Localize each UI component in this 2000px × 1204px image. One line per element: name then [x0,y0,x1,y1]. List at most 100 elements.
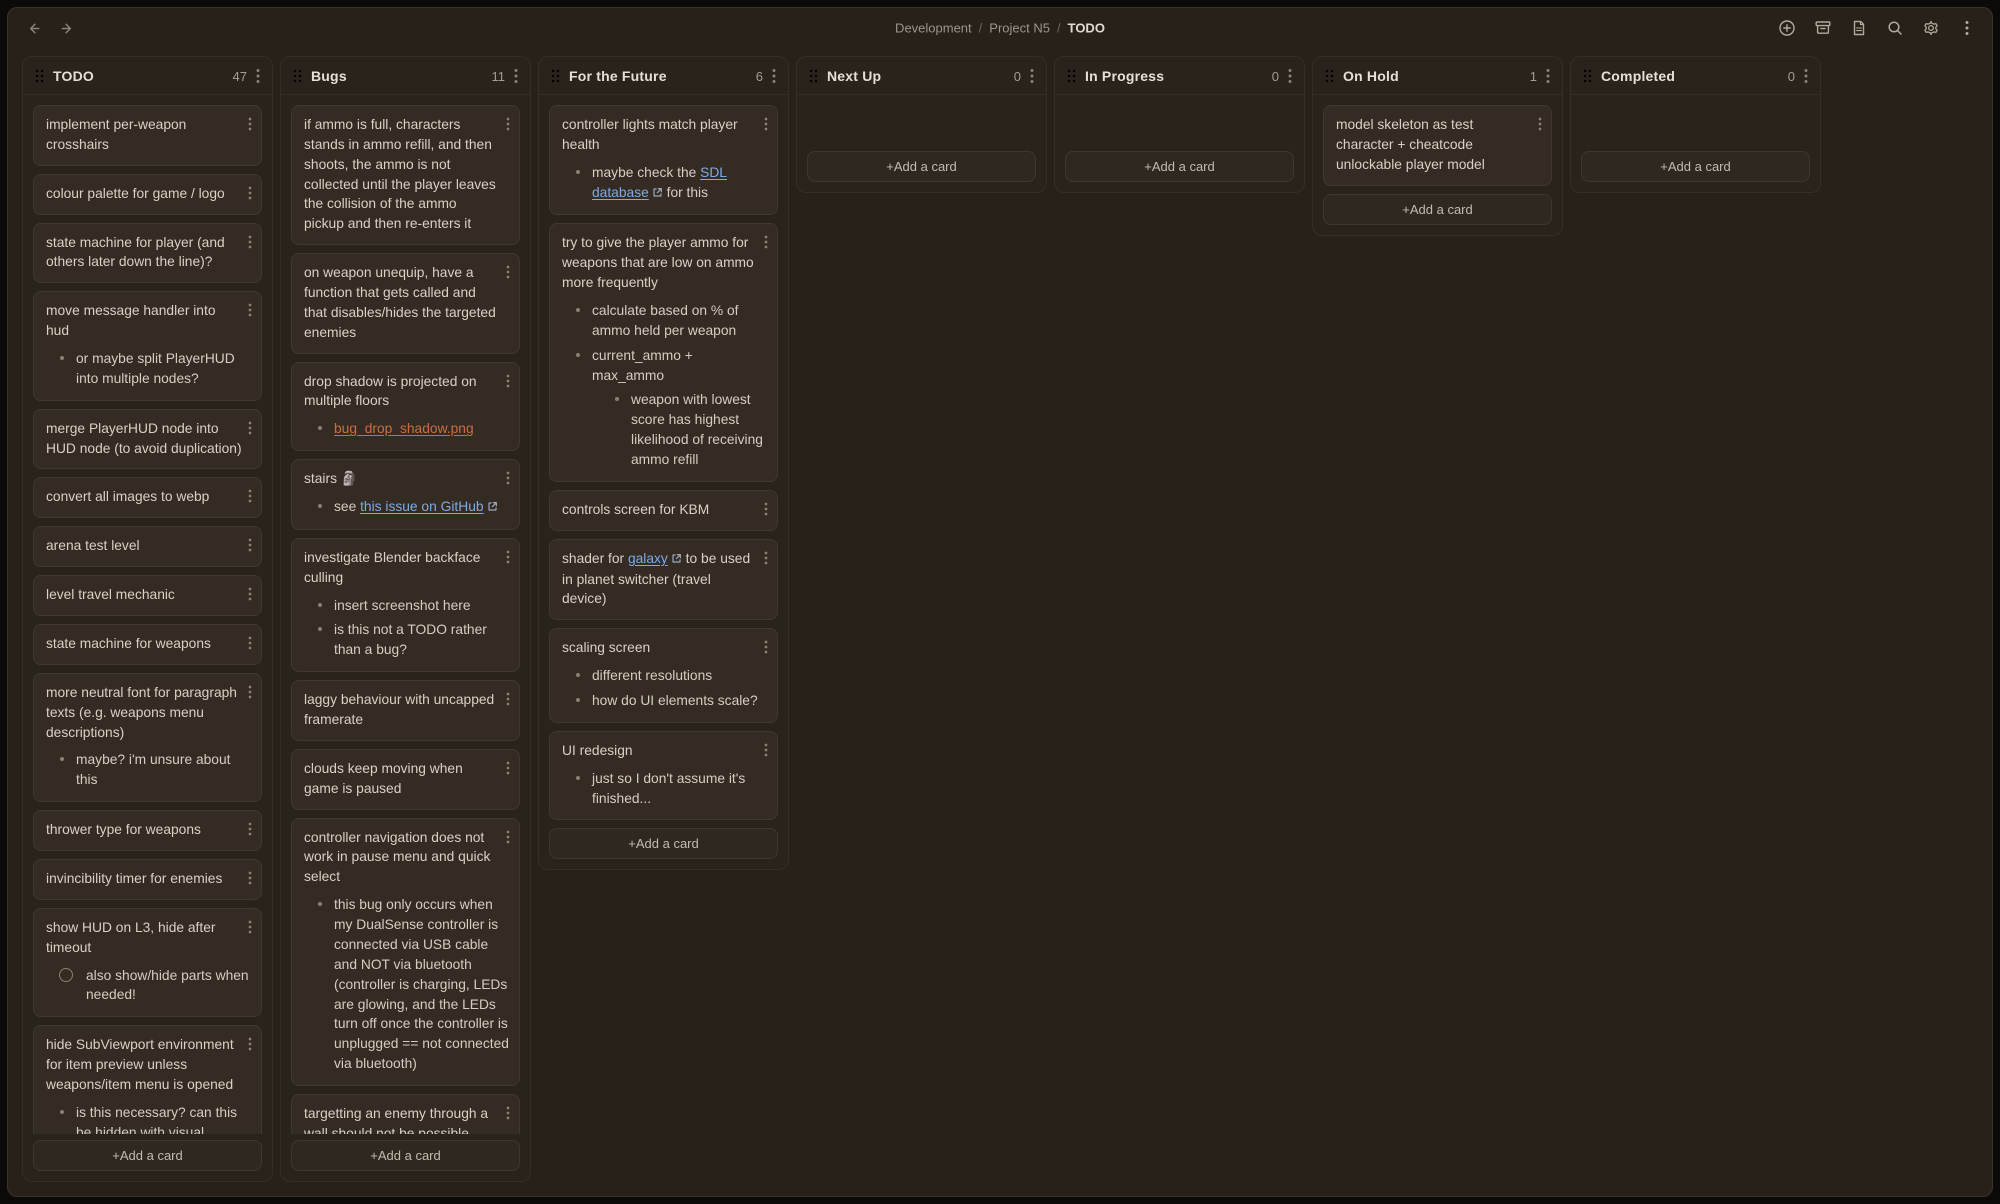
column-menu-icon[interactable] [1030,68,1034,84]
more-menu-icon[interactable] [1957,19,1976,38]
column-menu-icon[interactable] [1288,68,1292,84]
card[interactable]: merge PlayerHUD node into HUD node (to a… [33,409,262,470]
card-menu-icon[interactable] [248,636,252,650]
card[interactable]: state machine for player (and others lat… [33,223,262,284]
drag-handle-icon[interactable] [293,69,302,83]
card-menu-icon[interactable] [248,235,252,249]
card-menu-icon[interactable] [764,235,768,249]
column-menu-icon[interactable] [256,68,260,84]
card-menu-icon[interactable] [506,550,510,564]
card[interactable]: UI redesignjust so I don't assume it's f… [549,731,778,821]
card-menu-icon[interactable] [248,587,252,601]
card-menu-icon[interactable] [248,685,252,699]
card[interactable]: arena test level [33,526,262,567]
column-menu-icon[interactable] [772,68,776,84]
card[interactable]: targetting an enemy through a wall shoul… [291,1094,520,1134]
card[interactable]: stairs 🗿see this issue on GitHub [291,459,520,530]
card-menu-icon[interactable] [248,117,252,131]
add-card-button[interactable]: +Add a card [291,1140,520,1171]
column-menu-icon[interactable] [1804,68,1808,84]
column-menu-icon[interactable] [514,68,518,84]
card-menu-icon[interactable] [248,822,252,836]
card[interactable]: clouds keep moving when game is paused [291,749,520,810]
card-menu-icon[interactable] [506,265,510,279]
card[interactable]: hide SubViewport environment for item pr… [33,1025,262,1134]
card[interactable]: if ammo is full, characters stands in am… [291,105,520,245]
card-menu-icon[interactable] [506,471,510,485]
card-menu-icon[interactable] [506,374,510,388]
drag-handle-icon[interactable] [809,69,818,83]
card-menu-icon[interactable] [506,761,510,775]
card[interactable]: level travel mechanic [33,575,262,616]
add-card-button[interactable]: +Add a card [1065,151,1294,182]
drag-handle-icon[interactable] [1583,69,1592,83]
text-segment: clouds keep moving when game is paused [304,761,463,796]
card[interactable]: colour palette for game / logo [33,174,262,215]
card[interactable]: implement per-weapon crosshairs [33,105,262,166]
search-icon[interactable] [1885,19,1904,38]
card[interactable]: controls screen for KBM [549,490,778,531]
add-card-button[interactable]: +Add a card [549,828,778,859]
add-card-button[interactable]: +Add a card [807,151,1036,182]
card-menu-icon[interactable] [506,692,510,706]
card-menu-icon[interactable] [764,551,768,565]
card-menu-icon[interactable] [248,186,252,200]
card-menu-icon[interactable] [248,1037,252,1051]
card-menu-icon[interactable] [764,502,768,516]
card-menu-icon[interactable] [248,303,252,317]
card-menu-icon[interactable] [248,871,252,885]
card[interactable]: model skeleton as test character + cheat… [1323,105,1552,186]
new-card-icon[interactable] [1777,19,1796,38]
bullet-dot-icon [60,1110,64,1114]
card-menu-icon[interactable] [248,920,252,934]
card-link[interactable]: bug_drop_shadow.png [334,421,474,436]
card[interactable]: convert all images to webp [33,477,262,518]
checkbox-circle-icon[interactable] [59,968,73,982]
back-arrow-icon[interactable] [24,19,42,37]
card-link[interactable]: this issue on GitHub [360,499,483,514]
add-card-button[interactable]: +Add a card [1323,194,1552,225]
card[interactable]: state machine for weapons [33,624,262,665]
card[interactable]: more neutral font for paragraph texts (e… [33,673,262,802]
card[interactable]: show HUD on L3, hide after timeoutalso s… [33,908,262,1017]
card-menu-icon[interactable] [506,1106,510,1120]
archive-icon[interactable] [1813,19,1832,38]
card-menu-icon[interactable] [248,421,252,435]
add-card-button[interactable]: +Add a card [1581,151,1810,182]
card[interactable]: controller lights match player healthmay… [549,105,778,215]
drag-handle-icon[interactable] [551,69,560,83]
card-menu-icon[interactable] [1538,117,1542,131]
card[interactable]: scaling screendifferent resolutionshow d… [549,628,778,723]
card-menu-icon[interactable] [248,489,252,503]
forward-arrow-icon[interactable] [58,19,76,37]
column-menu-icon[interactable] [1546,68,1550,84]
card-link[interactable]: galaxy [628,551,668,566]
card-title: try to give the player ammo for weapons … [562,233,758,293]
document-icon[interactable] [1849,19,1868,38]
card[interactable]: try to give the player ammo for weapons … [549,223,778,481]
card[interactable]: laggy behaviour with uncapped framerate [291,680,520,741]
card-menu-icon[interactable] [764,640,768,654]
card-menu-icon[interactable] [764,117,768,131]
drag-handle-icon[interactable] [1067,69,1076,83]
card-menu-icon[interactable] [506,830,510,844]
card[interactable]: investigate Blender backface cullinginse… [291,538,520,672]
card[interactable]: on weapon unequip, have a function that … [291,253,520,353]
card[interactable]: invincibility timer for enemies [33,859,262,900]
card-menu-icon[interactable] [248,538,252,552]
card[interactable]: move message handler into hudor maybe sp… [33,291,262,400]
card[interactable]: drop shadow is projected on multiple flo… [291,362,520,452]
text-segment: state machine for player (and others lat… [46,235,225,270]
card-menu-icon[interactable] [506,117,510,131]
drag-handle-icon[interactable] [1325,69,1334,83]
text-segment: shader for [562,551,628,566]
card-menu-icon[interactable] [764,743,768,757]
drag-handle-icon[interactable] [35,69,44,83]
card[interactable]: shader for galaxy to be used in planet s… [549,539,778,621]
breadcrumb-item-project[interactable]: Project N5 [989,21,1050,36]
breadcrumb-item-development[interactable]: Development [895,21,972,36]
add-card-button[interactable]: +Add a card [33,1140,262,1171]
settings-gear-icon[interactable] [1921,19,1940,38]
card[interactable]: controller navigation does not work in p… [291,818,520,1086]
card[interactable]: thrower type for weapons [33,810,262,851]
